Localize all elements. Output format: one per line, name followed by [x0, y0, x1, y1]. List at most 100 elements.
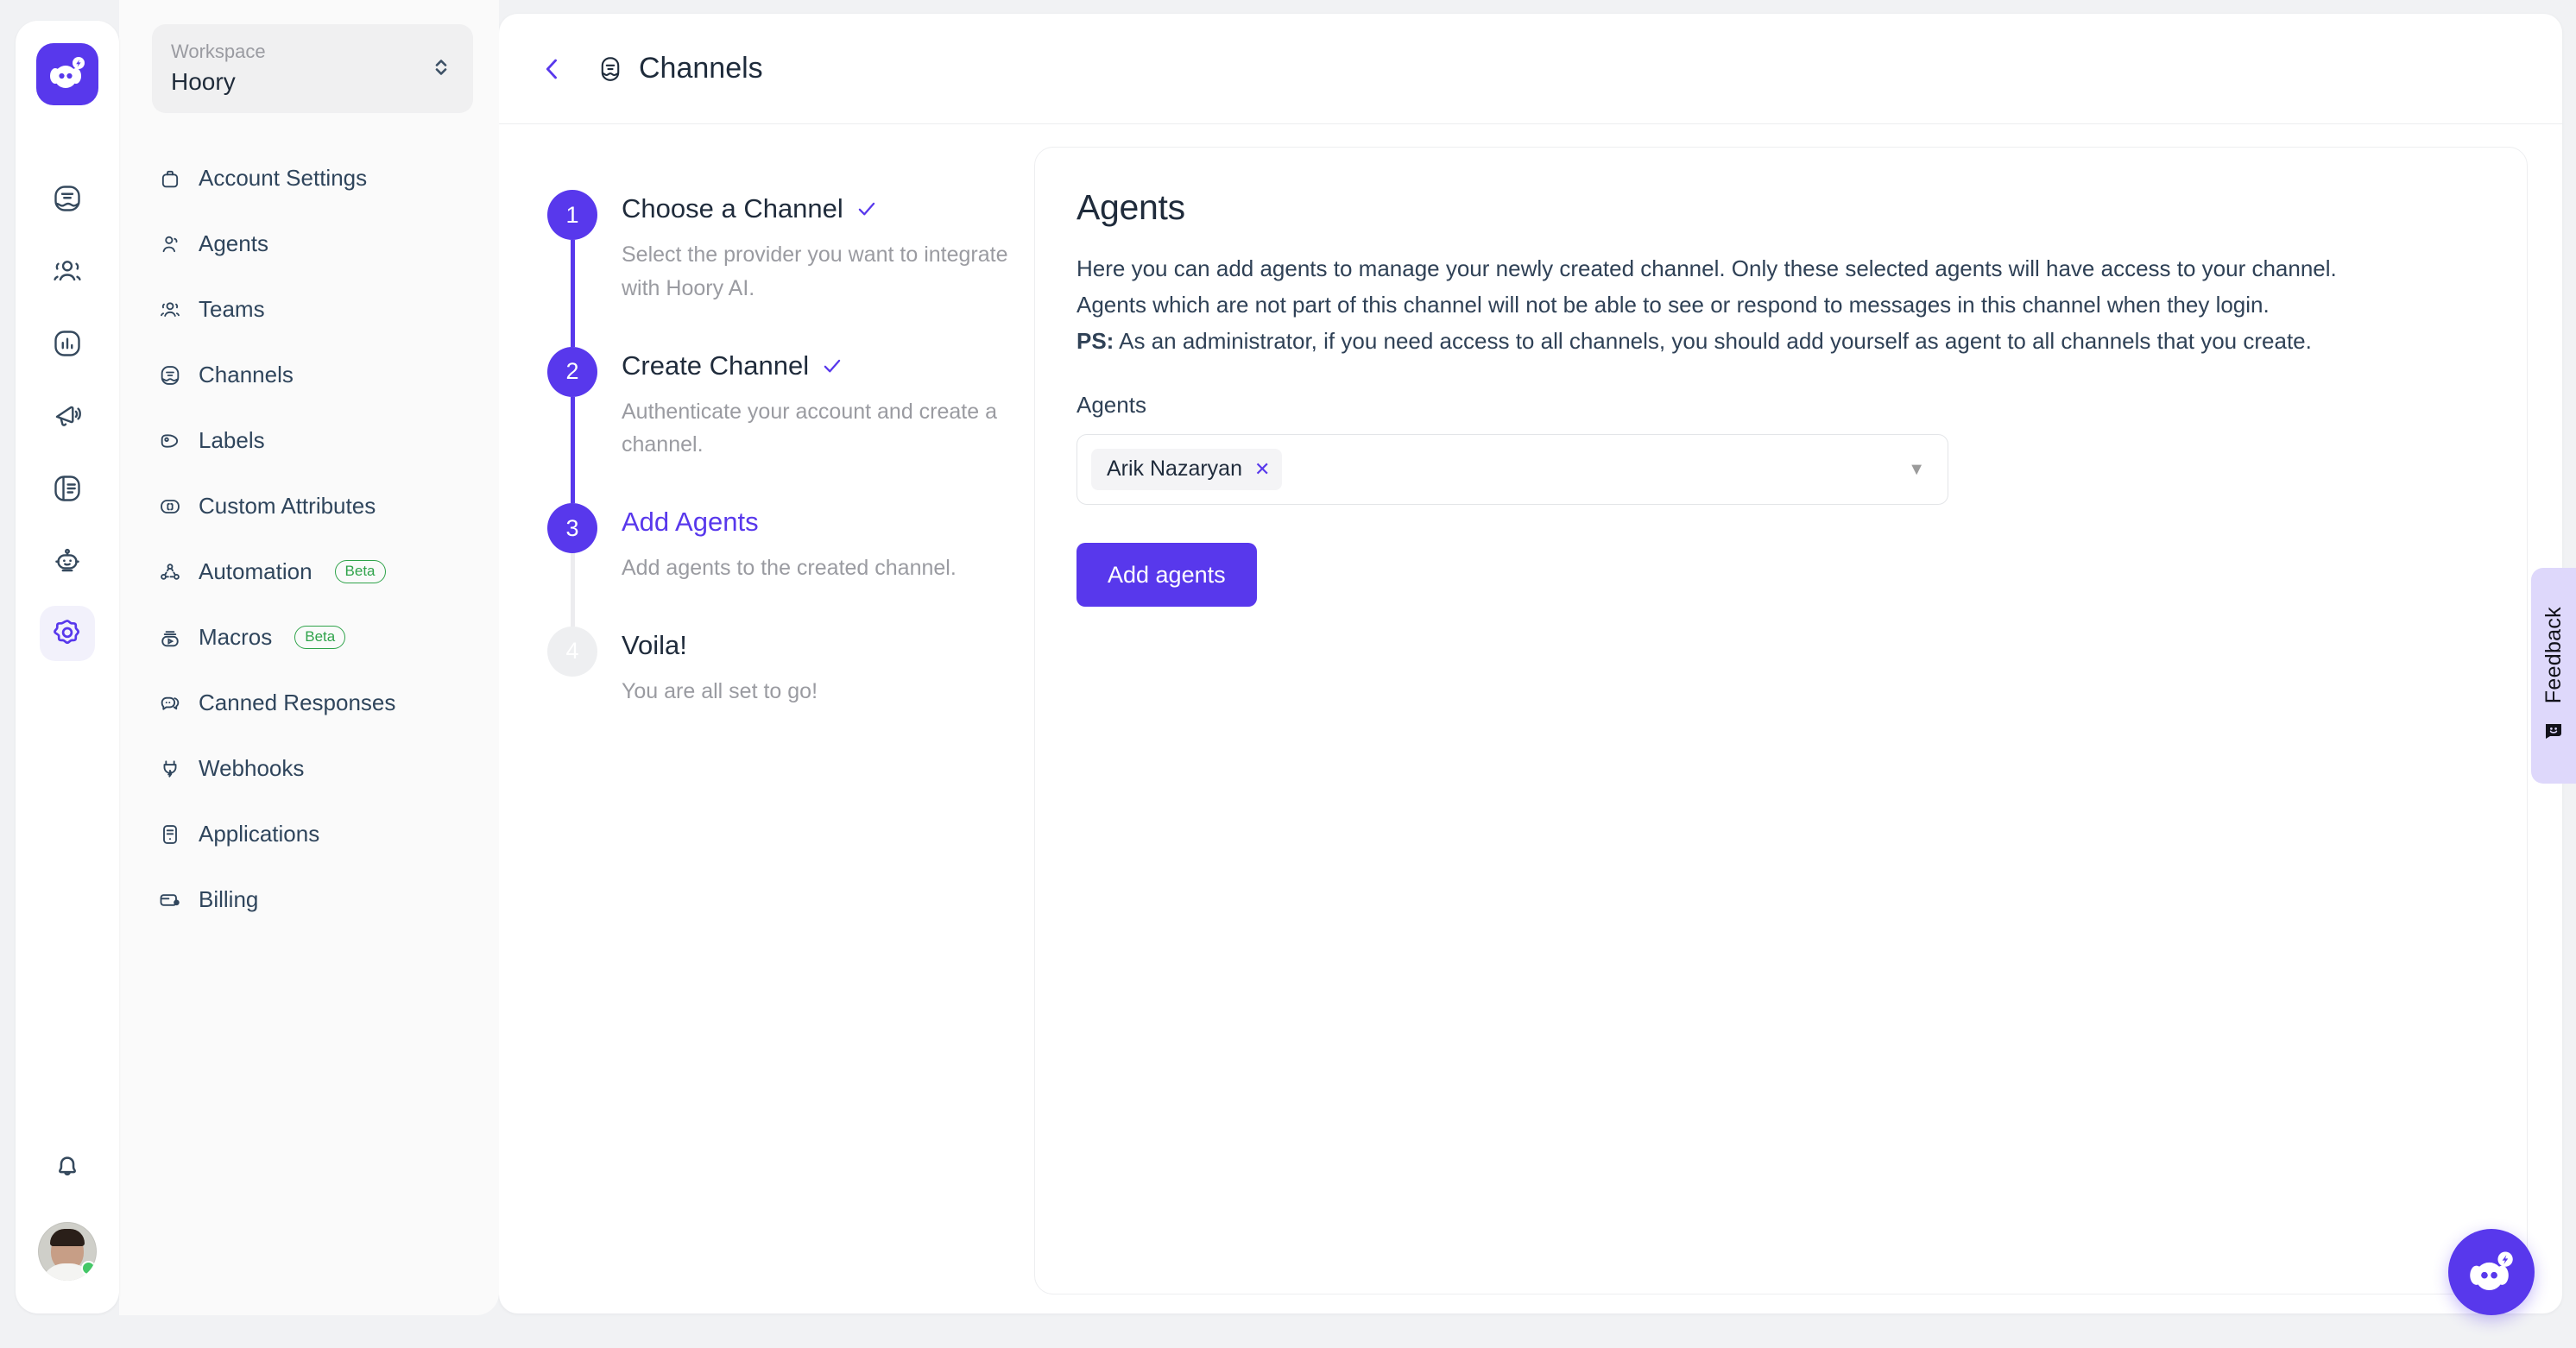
- selected-agent-chip[interactable]: Arik Nazaryan ✕: [1091, 449, 1283, 491]
- step-title-row[interactable]: Choose a Channel: [622, 193, 1019, 224]
- panel-body: 1 Choose a Channel Select the provider y…: [499, 124, 2562, 1313]
- knowledge-base-icon: [54, 476, 80, 501]
- sidebar-item-labels[interactable]: Labels: [152, 408, 473, 474]
- sidebar-item-label: Teams: [199, 296, 265, 323]
- caret-down-icon[interactable]: ▼: [1908, 460, 1925, 480]
- chat-widget-launcher[interactable]: [2448, 1229, 2535, 1315]
- step-rail: 3: [547, 503, 597, 627]
- wizard-stepper: 1 Choose a Channel Select the provider y…: [499, 147, 1034, 1313]
- wizard-step-4: 4 Voila! You are all set to go!: [547, 626, 1034, 750]
- sidebar-item-label: Applications: [199, 821, 320, 847]
- page-header: Channels: [499, 14, 2562, 124]
- status-badge: [81, 1261, 96, 1276]
- sidebar-item-label: Automation: [199, 558, 313, 585]
- sidebar-item-automation[interactable]: Automation Beta: [152, 539, 473, 605]
- notifications-button[interactable]: [40, 1137, 95, 1193]
- workspace-label: Workspace: [171, 41, 266, 62]
- avatar-hair: [50, 1229, 85, 1246]
- rail-item-bot[interactable]: [40, 533, 95, 589]
- sidebar-item-label: Billing: [199, 886, 259, 913]
- workspace-info: Workspace Hoory: [171, 40, 266, 96]
- step-description: Add agents to the created channel.: [622, 556, 957, 580]
- sidebar-item-agents[interactable]: Agents: [152, 211, 473, 277]
- user-avatar[interactable]: [38, 1222, 97, 1281]
- step-rail: 2: [547, 346, 597, 503]
- rail-item-knowledge-base[interactable]: [40, 461, 95, 516]
- sidebar-item-channels[interactable]: Channels: [152, 343, 473, 408]
- add-agents-button[interactable]: Add agents: [1076, 543, 1257, 608]
- sidebar-item-teams[interactable]: Teams: [152, 277, 473, 343]
- rail-bottom-group: [38, 1137, 97, 1313]
- campaigns-megaphone-icon: [55, 406, 81, 426]
- app-logo[interactable]: [36, 43, 98, 105]
- conversations-icon: [54, 186, 80, 211]
- agents-multiselect[interactable]: Arik Nazaryan ✕ ▼: [1076, 434, 1948, 506]
- sidebar-item-billing[interactable]: Billing: [152, 867, 473, 933]
- step-connector: [570, 396, 575, 503]
- contacts-icon: [54, 261, 81, 281]
- rail-item-contacts[interactable]: [40, 243, 95, 299]
- page-title: Channels: [596, 52, 763, 85]
- smiley-glyph: [2546, 723, 2561, 739]
- step-body: Voila! You are all set to go!: [622, 627, 818, 750]
- step-body: Choose a Channel Select the provider you…: [622, 190, 1019, 347]
- tag-icon: [157, 428, 183, 454]
- back-button[interactable]: [534, 50, 571, 88]
- sidebar-item-custom-attributes[interactable]: Custom Attributes: [152, 474, 473, 539]
- sidebar-item-label: Account Settings: [199, 165, 368, 192]
- rail-item-conversations[interactable]: [40, 171, 95, 226]
- sidebar-item-label: Canned Responses: [199, 690, 396, 716]
- step-connector: [570, 553, 575, 627]
- sidebar-item-canned-responses[interactable]: Canned Responses: [152, 671, 473, 736]
- bot-icon: [55, 548, 79, 572]
- sidebar-item-webhooks[interactable]: Webhooks: [152, 736, 473, 802]
- step-number-badge: 2: [547, 346, 597, 397]
- step-rail: 1: [547, 190, 597, 347]
- hoory-logo-icon: [50, 57, 85, 88]
- briefcase-icon: [157, 166, 183, 192]
- sidebar-item-label: Webhooks: [199, 755, 305, 782]
- step-title: Voila!: [622, 629, 687, 660]
- channels-icon: [157, 362, 183, 388]
- rail-item-reports[interactable]: [40, 316, 95, 371]
- macros-icon: [157, 625, 183, 651]
- sidebar-item-label: Labels: [199, 427, 265, 454]
- step-title-row: Voila!: [622, 630, 818, 661]
- sidebar-item-label: Custom Attributes: [199, 493, 376, 520]
- channels-icon: [596, 54, 625, 84]
- step-title-row[interactable]: Create Channel: [622, 350, 1019, 381]
- step-number-badge: 4: [547, 626, 597, 677]
- smiley-icon: [2543, 720, 2564, 745]
- user-icon: [157, 231, 183, 257]
- beta-badge: Beta: [334, 559, 386, 584]
- agents-card: Agents Here you can add agents to manage…: [1034, 147, 2528, 1294]
- settings-sidebar: Workspace Hoory Account Settings Agents: [119, 0, 499, 1315]
- wizard-step-3: 3 Add Agents Add agents to the created c…: [547, 503, 1034, 627]
- sidebar-item-macros[interactable]: Macros Beta: [152, 605, 473, 671]
- app-list-icon: [157, 822, 183, 847]
- step-connector: [570, 240, 575, 347]
- workspace-switcher[interactable]: Workspace Hoory: [152, 24, 473, 113]
- plug-icon: [157, 756, 183, 782]
- primary-icon-rail: [16, 21, 119, 1313]
- bell-icon: [59, 1156, 76, 1176]
- step-rail: 4: [547, 626, 597, 750]
- workspace-name: Hoory: [171, 67, 236, 95]
- step-body: Add Agents Add agents to the created cha…: [622, 503, 957, 627]
- rail-item-campaigns[interactable]: [40, 388, 95, 444]
- sidebar-item-applications[interactable]: Applications: [152, 802, 473, 867]
- step-title-row[interactable]: Add Agents: [622, 507, 957, 538]
- feedback-tab[interactable]: Feedback: [2531, 568, 2576, 784]
- description-line-2: Agents which are not part of this channe…: [1076, 292, 2270, 318]
- step-title: Create Channel: [622, 350, 810, 381]
- page-title-text: Channels: [639, 52, 763, 85]
- rail-icon-list: [40, 171, 95, 661]
- chevron-left-icon: [546, 59, 557, 79]
- step-description: Select the provider you want to integrat…: [622, 243, 1008, 300]
- settings-nav: Account Settings Agents Teams Channels L: [152, 146, 473, 933]
- close-x-icon[interactable]: ✕: [1254, 459, 1270, 479]
- step-description: Authenticate your account and create a c…: [622, 399, 998, 457]
- rail-item-settings[interactable]: [40, 606, 95, 661]
- step-description: You are all set to go!: [622, 678, 818, 703]
- sidebar-item-account-settings[interactable]: Account Settings: [152, 146, 473, 211]
